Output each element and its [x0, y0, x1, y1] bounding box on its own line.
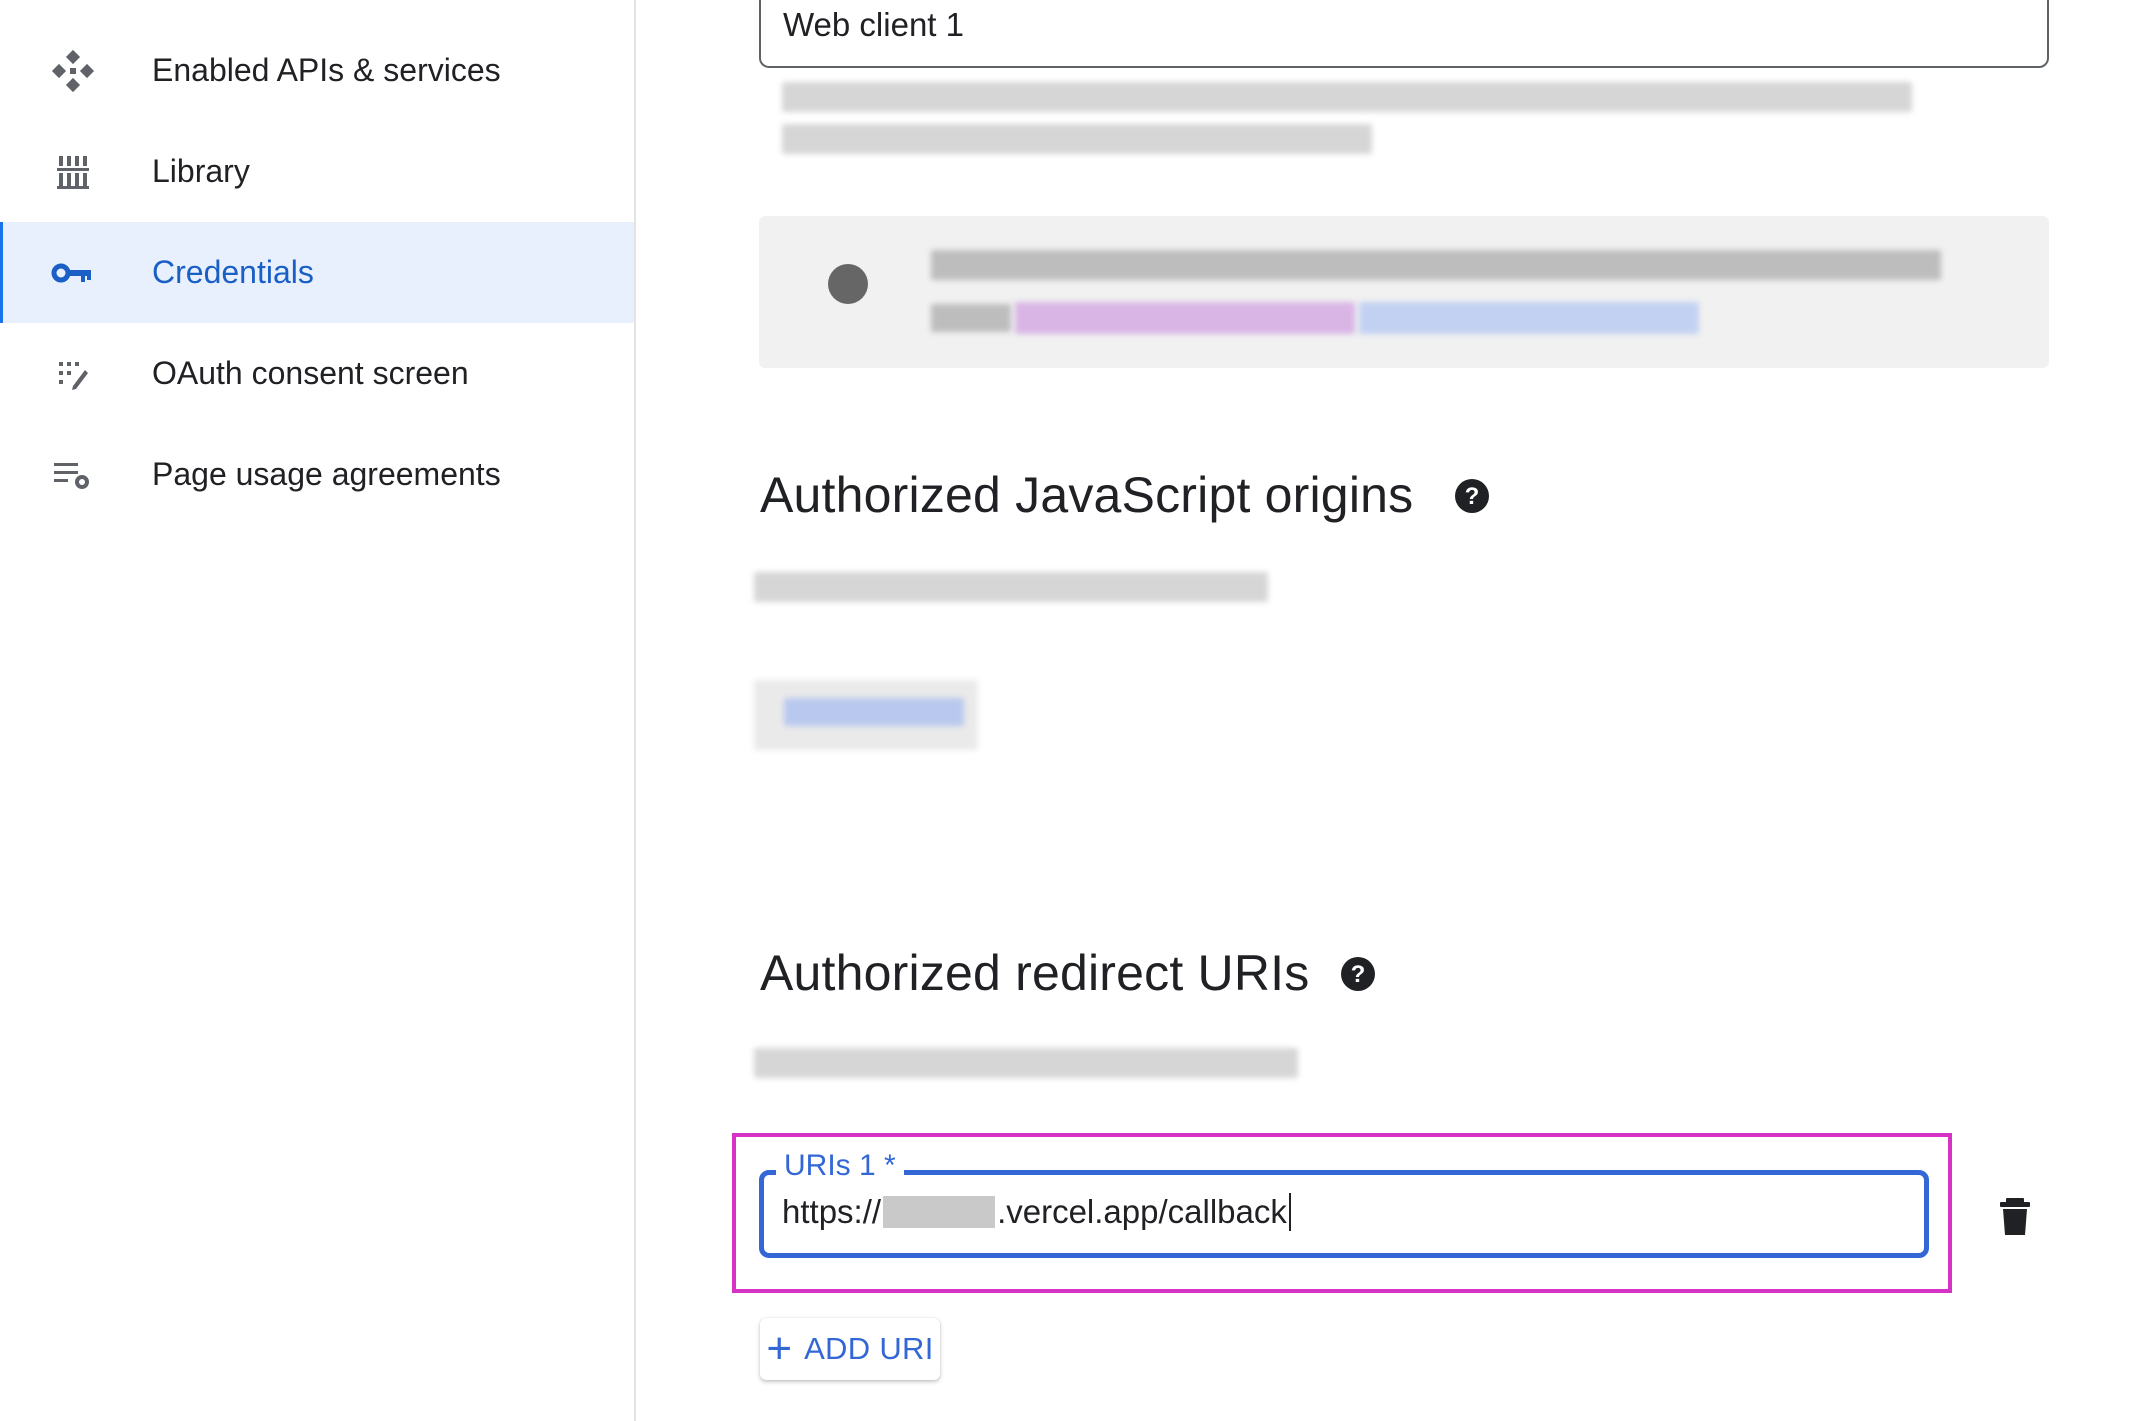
redirects-title: Authorized redirect URIs [760, 945, 1310, 1001]
info-link[interactable] [1015, 302, 1355, 334]
sidebar-item-label: OAuth consent screen [152, 355, 469, 391]
library-icon [50, 149, 96, 195]
info-text [931, 250, 1941, 280]
uri-label: URIs 1 * [776, 1149, 904, 1183]
add-uri-label: ADD URI [804, 1331, 934, 1366]
sidebar-item-enabled-apis[interactable]: Enabled APIs & services [0, 20, 634, 121]
origins-title: Authorized JavaScript origins [760, 467, 1414, 523]
name-helper-text [782, 82, 1912, 112]
text-cursor [1288, 1193, 1291, 1231]
info-icon [825, 261, 871, 307]
sidebar-item-label: Credentials [152, 254, 314, 290]
name-helper-text [782, 124, 1372, 154]
svg-text:?: ? [1465, 483, 1480, 510]
info-text [931, 304, 1011, 332]
sidebar-item-page-usage[interactable]: Page usage agreements [0, 424, 634, 525]
sidebar-item-label: Enabled APIs & services [152, 52, 501, 88]
sidebar-item-label: Library [152, 153, 250, 189]
svg-text:?: ? [1351, 961, 1366, 988]
main-content: Authorized JavaScript origins ? Authoriz… [636, 0, 2152, 1421]
sidebar-item-library[interactable]: Library [0, 121, 634, 222]
client-name-field[interactable] [759, 0, 2049, 68]
uri-field[interactable]: URIs 1 * https:// .vercel.app/callback [759, 1149, 1929, 1258]
add-uri-button[interactable]: + ADD URI [760, 1318, 940, 1380]
uri-suffix: .vercel.app/callback [997, 1193, 1287, 1230]
origins-helper-text [754, 572, 1268, 602]
api-services-icon [50, 48, 96, 94]
plus-icon: + [766, 1324, 793, 1373]
sidebar-item-oauth-consent[interactable]: OAuth consent screen [0, 323, 634, 424]
add-origin-label [784, 698, 964, 726]
info-link[interactable] [1359, 302, 1699, 334]
uri-prefix: https:// [782, 1193, 882, 1230]
uri-input[interactable]: https:// .vercel.app/callback [782, 1193, 1291, 1231]
redacted-text [883, 1196, 996, 1228]
trash-icon[interactable] [1992, 1193, 2038, 1239]
oauth-consent-icon [50, 351, 96, 397]
redirects-helper-text [754, 1048, 1298, 1078]
sidebar-item-label: Page usage agreements [152, 456, 501, 492]
help-icon[interactable]: ? [1340, 956, 1376, 992]
settings-list-icon [50, 452, 96, 498]
client-name-input[interactable] [783, 6, 1983, 44]
sidebar-item-credentials[interactable]: Credentials [0, 222, 634, 323]
info-box [759, 216, 2049, 368]
key-icon [50, 250, 96, 296]
sidebar: Enabled APIs & services Library Credenti… [0, 0, 636, 1421]
help-icon[interactable]: ? [1454, 478, 1490, 514]
